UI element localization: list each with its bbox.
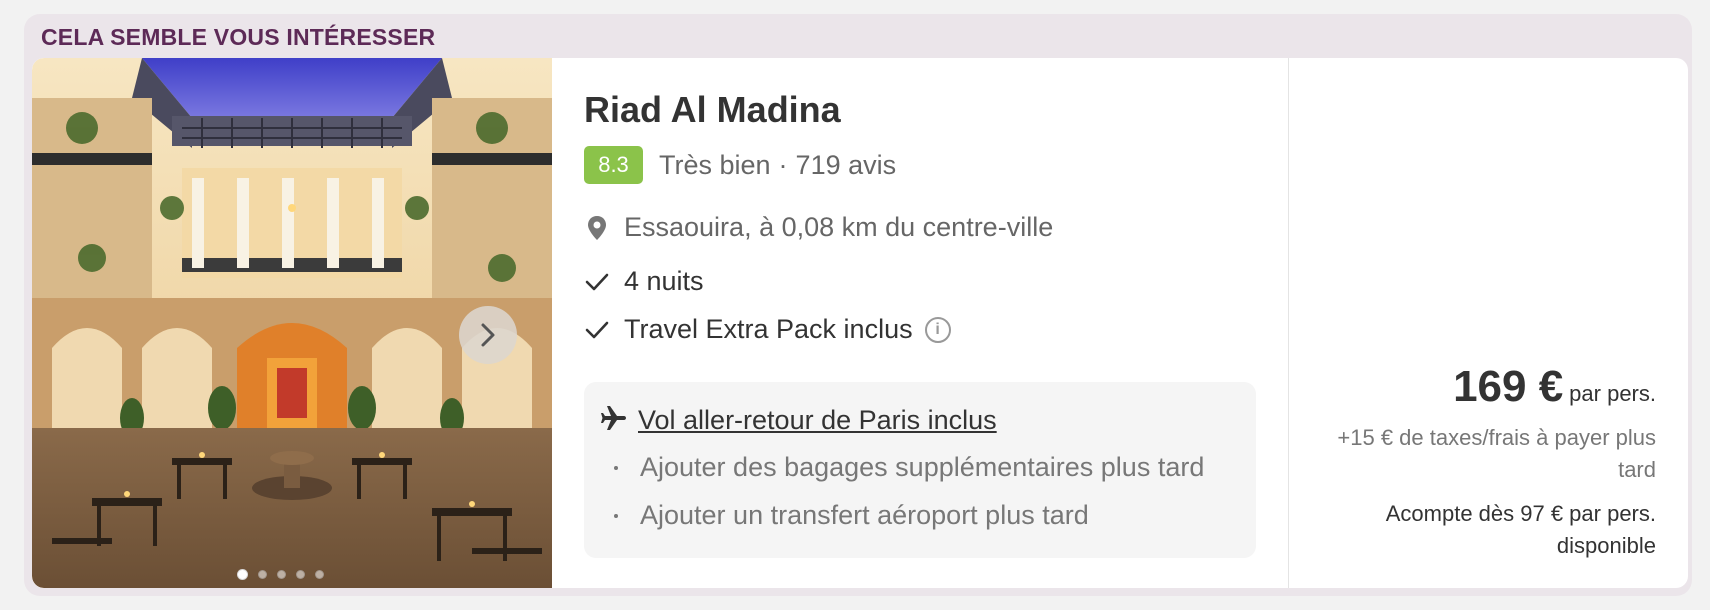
carousel-dot[interactable]: [315, 570, 324, 579]
carousel-dot[interactable]: [277, 570, 286, 579]
map-pin-icon: [584, 215, 610, 241]
flight-row: Vol aller-retour de Paris inclus: [600, 404, 997, 437]
bullet: [614, 465, 618, 470]
recommendation-section: CELA SEMBLE VOUS INTÉRESSER Riad Al Madi…: [24, 14, 1692, 596]
carousel-dot[interactable]: [258, 570, 267, 579]
carousel-dot[interactable]: [237, 569, 248, 580]
feature-nights: 4 nuits: [584, 266, 704, 297]
feature-text: Travel Extra Pack inclus: [624, 314, 913, 344]
extra-text: Ajouter des bagages supplémentaires plus…: [640, 452, 1205, 482]
hotel-card[interactable]: Riad Al Madina 8.3 Très bien · 719 avis …: [32, 58, 1688, 588]
taxes-note: +15 € de taxes/frais à payer plus tard: [1337, 425, 1656, 482]
location-text: Essaouira, à 0,08 km du centre-ville: [624, 212, 1054, 242]
check-icon: [584, 317, 610, 343]
flight-link[interactable]: Vol aller-retour de Paris inclus: [638, 405, 997, 436]
rating-badge: 8.3: [584, 146, 643, 184]
hotel-location: Essaouira, à 0,08 km du centre-ville: [584, 212, 1053, 243]
plane-icon: [600, 404, 628, 437]
rating-label: Très bien: [659, 149, 771, 180]
bullet: [614, 513, 618, 518]
rating-summary: Très bien · 719 avis: [659, 150, 896, 181]
extra-transfer: Ajouter un transfert aéroport plus tard: [614, 500, 1089, 531]
rating-row: 8.3 Très bien · 719 avis: [584, 146, 896, 184]
extra-text: Ajouter un transfert aéroport plus tard: [640, 500, 1089, 530]
price-per-person: par pers.: [1569, 381, 1656, 406]
hotel-info: Riad Al Madina 8.3 Très bien · 719 avis …: [584, 58, 1264, 588]
price-line: 169 € par pers.: [1453, 362, 1656, 412]
price-panel: 169 € par pers. +15 € de taxes/frais à p…: [1288, 58, 1688, 588]
section-title: CELA SEMBLE VOUS INTÉRESSER: [41, 24, 436, 50]
check-icon: [584, 269, 610, 295]
price-amount: 169 €: [1453, 362, 1564, 411]
feature-text: 4 nuits: [624, 266, 704, 296]
info-icon[interactable]: i: [924, 316, 951, 343]
deposit-note: Acompte dès 97 € par pers. disponible: [1385, 501, 1656, 558]
carousel-next-button[interactable]: [459, 306, 517, 364]
feature-extra-pack: Travel Extra Pack inclus i: [584, 314, 951, 345]
extra-baggage: Ajouter des bagages supplémentaires plus…: [614, 452, 1204, 483]
carousel-dot[interactable]: [296, 570, 305, 579]
hotel-photo-carousel[interactable]: [32, 58, 552, 588]
flight-box: Vol aller-retour de Paris inclus Ajouter…: [584, 382, 1256, 558]
chevron-right-icon: [481, 323, 495, 347]
hotel-name[interactable]: Riad Al Madina: [584, 89, 841, 131]
review-count: 719 avis: [795, 149, 897, 180]
rating-separator: ·: [778, 149, 788, 180]
carousel-dots: [237, 569, 324, 580]
